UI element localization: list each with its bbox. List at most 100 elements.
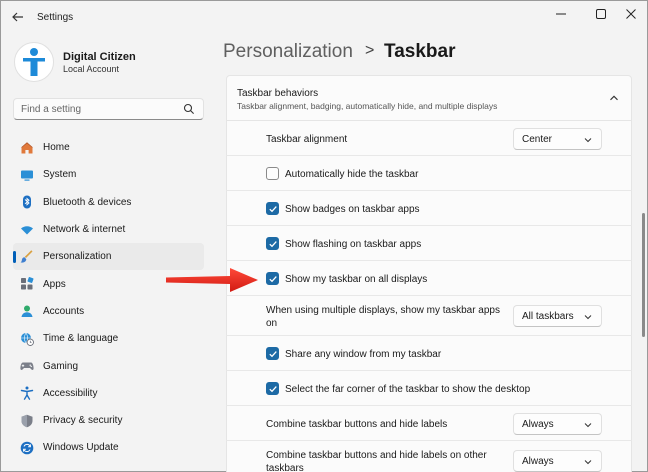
- group-title: Taskbar behaviors: [237, 88, 319, 99]
- sidebar-item-label: Apps: [43, 278, 66, 290]
- setting-label: Select the far corner of the taskbar to …: [285, 384, 531, 395]
- gamepad-icon: [20, 359, 34, 373]
- content-scrollbar[interactable]: [642, 213, 645, 337]
- shield-icon: [20, 414, 34, 428]
- app-title: Settings: [37, 12, 74, 23]
- setting-label: Taskbar alignment: [266, 134, 348, 145]
- globe-clock-icon: [20, 332, 34, 346]
- sidebar-item-time-language[interactable]: Time & language: [13, 325, 204, 352]
- search-icon[interactable]: [183, 103, 195, 115]
- flashing-checkbox[interactable]: [266, 237, 279, 250]
- maximize-button[interactable]: [587, 5, 615, 23]
- profile-name: Digital Citizen: [63, 51, 136, 63]
- setting-label: Combine taskbar buttons and hide labels: [266, 419, 448, 430]
- setting-flashing: Show flashing on taskbar apps: [226, 226, 632, 261]
- minimize-icon: [556, 13, 566, 15]
- sidebar-item-privacy-security[interactable]: Privacy & security: [13, 407, 204, 434]
- all-displays-checkbox[interactable]: [266, 272, 279, 285]
- close-icon: [626, 9, 636, 19]
- sidebar-item-label: Accessibility: [43, 387, 98, 399]
- sidebar-item-accessibility[interactable]: Accessibility: [13, 380, 204, 407]
- combine-buttons-dropdown[interactable]: Always: [513, 413, 602, 435]
- setting-label-line1: When using multiple displays, show my ta…: [266, 305, 500, 316]
- checkmark-icon: [269, 351, 277, 358]
- setting-combine-other-taskbars: Combine taskbar buttons and hide labels …: [226, 441, 632, 472]
- dropdown-value: Always: [522, 419, 554, 430]
- far-corner-checkbox[interactable]: [266, 382, 279, 395]
- avatar[interactable]: [14, 42, 54, 82]
- breadcrumb-parent[interactable]: Personalization: [223, 41, 353, 63]
- taskbar-alignment-dropdown[interactable]: Center: [513, 128, 602, 150]
- dropdown-value: Always: [522, 456, 554, 467]
- setting-label: Show my taskbar on all displays: [285, 274, 428, 285]
- checkmark-icon: [269, 276, 277, 283]
- setting-label: Automatically hide the taskbar: [285, 169, 419, 180]
- chevron-up-icon[interactable]: [609, 93, 619, 103]
- sidebar-item-system[interactable]: System: [13, 161, 204, 188]
- title-bar: Settings: [1, 1, 647, 33]
- chevron-down-icon: [584, 315, 592, 320]
- sidebar-item-gaming[interactable]: Gaming: [13, 352, 204, 379]
- chevron-down-icon: [584, 138, 592, 143]
- checkmark-icon: [269, 241, 277, 248]
- minimize-button[interactable]: [547, 5, 575, 23]
- combine-other-dropdown[interactable]: Always: [513, 450, 602, 472]
- setting-combine-buttons: Combine taskbar buttons and hide labels …: [226, 406, 632, 441]
- setting-share-window: Share any window from my taskbar: [226, 336, 632, 371]
- taskbar-behaviors-panel: Taskbar behaviors Taskbar alignment, bad…: [226, 75, 632, 472]
- search-box[interactable]: [13, 98, 204, 120]
- auto-hide-checkbox[interactable]: [266, 167, 279, 180]
- sidebar-item-accounts[interactable]: Accounts: [13, 298, 204, 325]
- multi-display-dropdown[interactable]: All taskbars: [513, 305, 602, 327]
- accounts-icon: [20, 304, 34, 318]
- taskbar-behaviors-header[interactable]: Taskbar behaviors Taskbar alignment, bad…: [226, 75, 632, 121]
- apps-icon: [20, 277, 34, 291]
- setting-label-line1: Combine taskbar buttons and hide labels …: [266, 450, 487, 461]
- dropdown-value: All taskbars: [522, 311, 574, 322]
- settings-window: Settings Digital Citizen Local Account H…: [0, 0, 648, 472]
- setting-auto-hide: Automatically hide the taskbar: [226, 156, 632, 191]
- sidebar-item-label: Accounts: [43, 305, 85, 317]
- sidebar-item-network[interactable]: Network & internet: [13, 216, 204, 243]
- chevron-down-icon: [584, 423, 592, 428]
- group-subtitle: Taskbar alignment, badging, automaticall…: [237, 101, 498, 111]
- search-input[interactable]: [21, 102, 181, 117]
- sidebar-item-label: Personalization: [43, 251, 112, 263]
- sidebar-item-home[interactable]: Home: [13, 134, 204, 161]
- close-button[interactable]: [617, 5, 645, 23]
- sidebar-item-label: Bluetooth & devices: [43, 196, 132, 208]
- setting-label-line2: on: [266, 318, 278, 329]
- checkmark-icon: [269, 206, 277, 213]
- setting-label: Show flashing on taskbar apps: [285, 239, 422, 250]
- page-title: Taskbar: [384, 41, 456, 62]
- sidebar-item-windows-update[interactable]: Windows Update: [13, 434, 204, 461]
- dropdown-value: Center: [522, 134, 553, 145]
- system-icon: [20, 168, 34, 182]
- badges-checkbox[interactable]: [266, 202, 279, 215]
- setting-taskbar-alignment: Taskbar alignment Center: [226, 121, 632, 156]
- setting-multi-display-apps: When using multiple displays, show my ta…: [226, 296, 632, 336]
- sidebar-item-label: Windows Update: [43, 442, 119, 454]
- checkmark-icon: [269, 386, 277, 393]
- accessibility-icon: [20, 386, 34, 401]
- back-button[interactable]: [9, 9, 27, 25]
- setting-all-displays: Show my taskbar on all displays: [226, 261, 632, 296]
- sidebar-item-label: Network & internet: [43, 224, 126, 236]
- annotation-arrow-icon: [166, 268, 258, 292]
- back-arrow-icon: [12, 12, 23, 22]
- setting-badges: Show badges on taskbar apps: [226, 191, 632, 226]
- wifi-icon: [20, 223, 34, 237]
- sidebar-item-label: Home: [43, 142, 70, 154]
- sidebar-item-bluetooth[interactable]: Bluetooth & devices: [13, 189, 204, 216]
- sidebar-item-label: Time & language: [43, 333, 119, 345]
- setting-far-corner: Select the far corner of the taskbar to …: [226, 371, 632, 406]
- person-icon: [23, 48, 45, 76]
- profile-account-type: Local Account: [63, 64, 120, 74]
- home-icon: [20, 141, 34, 155]
- setting-label: Share any window from my taskbar: [285, 349, 442, 360]
- sidebar-item-label: Gaming: [43, 360, 79, 372]
- maximize-icon: [596, 9, 606, 19]
- share-window-checkbox[interactable]: [266, 347, 279, 360]
- setting-label-line2: taskbars: [266, 463, 304, 472]
- setting-label: Show badges on taskbar apps: [285, 204, 420, 215]
